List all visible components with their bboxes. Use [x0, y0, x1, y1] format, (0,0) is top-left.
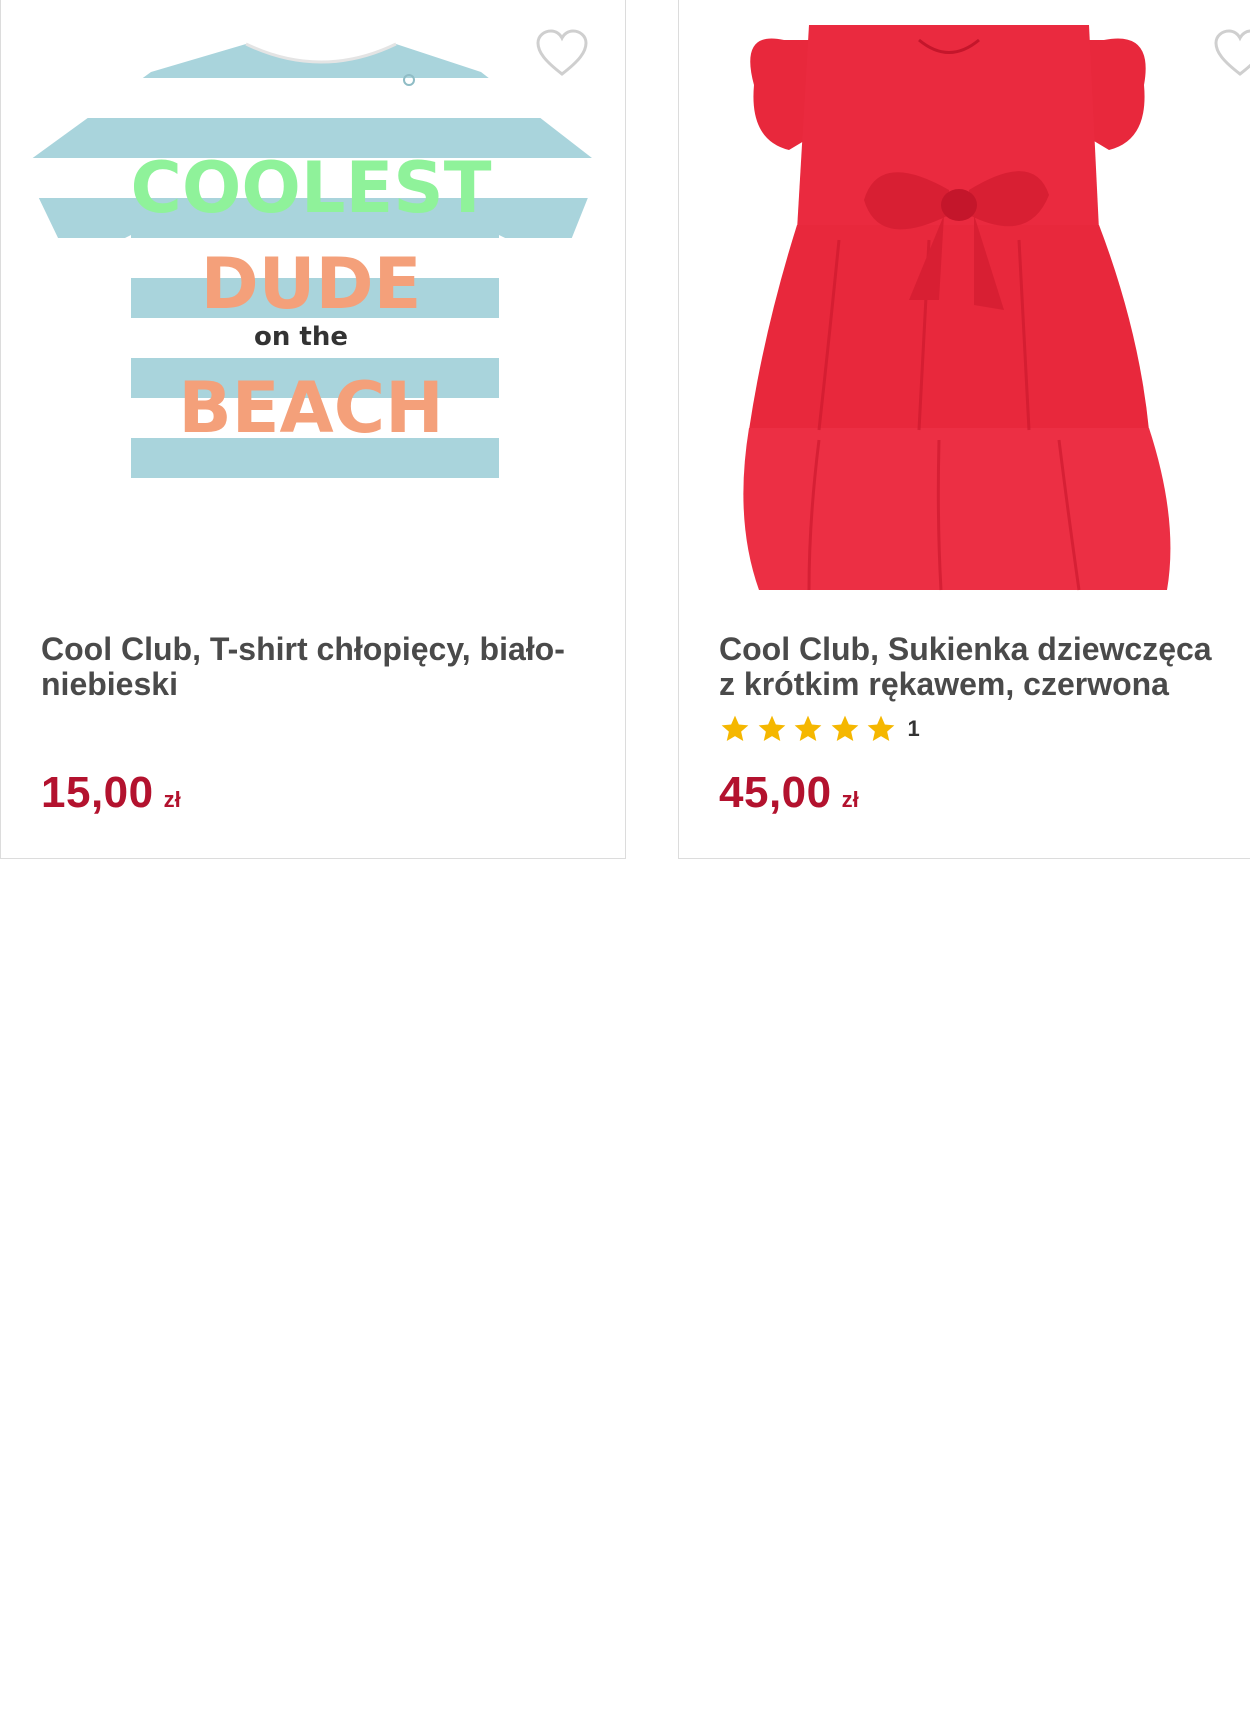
product-card[interactable]: COOLEST DUDE on the BEACH Cool Club, T-s…	[0, 0, 626, 859]
product-price: 45,00 zł	[719, 768, 859, 818]
shirt-print-line3: on the	[254, 322, 348, 352]
star-icon	[867, 715, 895, 741]
product-image[interactable]	[679, 0, 1250, 610]
product-grid: COOLEST DUDE on the BEACH Cool Club, T-s…	[0, 0, 1250, 1721]
star-icon	[794, 715, 822, 741]
product-rating[interactable]: 1	[719, 712, 920, 746]
shirt-print-line1: COOLEST	[131, 147, 492, 229]
product-title[interactable]: Cool Club, Sukienka dziewczęca z krótkim…	[719, 632, 1220, 702]
shirt-print-line2: DUDE	[201, 243, 422, 325]
price-amount: 15,00	[41, 768, 154, 817]
price-currency: zł	[163, 787, 181, 812]
product-title[interactable]: Cool Club, T-shirt chłopięcy, biało-nieb…	[41, 632, 595, 702]
product-image[interactable]: COOLEST DUDE on the BEACH	[1, 0, 625, 610]
rating-count: 1	[907, 716, 920, 741]
price-currency: zł	[841, 787, 859, 812]
product-price: 15,00 zł	[41, 768, 181, 818]
star-icon	[758, 715, 785, 741]
star-icon	[721, 715, 749, 741]
heart-outline-icon[interactable]	[535, 28, 589, 78]
price-amount: 45,00	[719, 768, 832, 817]
star-icon	[831, 715, 858, 741]
product-card[interactable]: Cool Club, Sukienka dziewczęca z krótkim…	[678, 0, 1250, 859]
shirt-print-line4: BEACH	[178, 367, 443, 449]
heart-outline-icon[interactable]	[1213, 28, 1250, 78]
